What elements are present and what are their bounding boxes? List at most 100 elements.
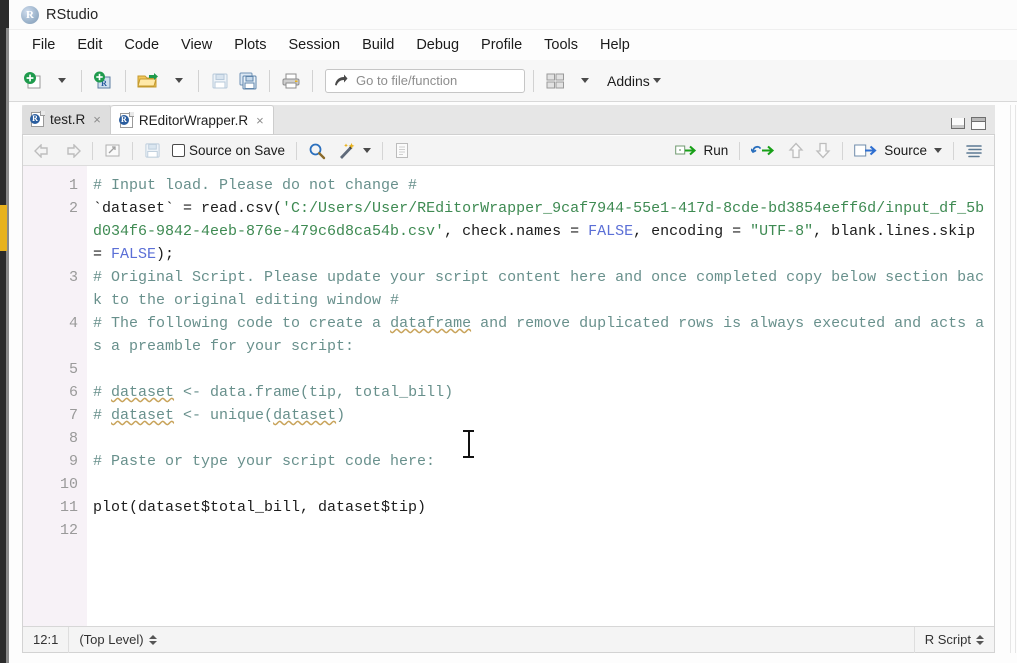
code-line[interactable] xyxy=(93,519,988,542)
menu-bar: File Edit Code View Plots Session Build Debug Pr… xyxy=(9,30,1017,60)
new-file-button[interactable] xyxy=(19,66,45,96)
code-token: FALSE xyxy=(588,223,634,240)
code-token: ) xyxy=(336,407,346,424)
chevron-down-icon xyxy=(363,148,372,153)
code-content[interactable]: # Input load. Please do not change # `dat… xyxy=(87,166,994,626)
save-all-button[interactable] xyxy=(235,66,261,96)
line-number: 1 xyxy=(68,177,78,194)
code-token: dataset xyxy=(111,407,175,424)
code-editor[interactable]: 1 2 3 4 5 6 7 8 9 10 11 12 # Input load. Please do … xyxy=(23,166,994,626)
code-token: dataframe xyxy=(390,315,472,332)
save-button[interactable] xyxy=(207,66,233,96)
up-arrow-icon xyxy=(788,142,804,159)
code-line[interactable] xyxy=(93,427,988,450)
code-token: # Input load. Please do not change # xyxy=(93,177,418,194)
code-token: `dataset` xyxy=(93,200,175,217)
new-project-button[interactable]: R xyxy=(90,66,117,96)
up-down-stepper-icon[interactable] xyxy=(976,634,984,645)
left-scroll-marker[interactable] xyxy=(0,205,7,251)
code-line[interactable]: # Original Script. Please update your sc… xyxy=(93,266,988,312)
menu-item-code[interactable]: Code xyxy=(113,35,170,55)
source-on-save-checkbox[interactable]: Source on Save xyxy=(167,139,290,163)
window-left-border xyxy=(6,28,9,663)
find-replace-button[interactable] xyxy=(303,139,331,163)
close-icon[interactable]: × xyxy=(256,113,264,128)
code-line[interactable]: # Paste or type your script code here: xyxy=(93,450,988,473)
code-token: # The following code to create a xyxy=(93,315,391,332)
editor-toolbar-divider xyxy=(92,141,93,160)
menu-item-edit[interactable]: Edit xyxy=(66,35,113,55)
addins-button[interactable]: Addins xyxy=(598,66,664,96)
code-token: = read.csv( xyxy=(174,200,283,217)
file-type-label: R Script xyxy=(924,632,971,647)
source-button[interactable]: Source xyxy=(849,139,947,163)
code-line[interactable]: # dataset <- unique(dataset) xyxy=(93,404,988,427)
title-bar: R RStudio xyxy=(9,0,1017,30)
code-line[interactable] xyxy=(93,473,988,496)
file-type-selector[interactable]: R Script xyxy=(915,627,994,653)
cursor-position: 12:1 xyxy=(23,627,68,653)
toolbar-divider xyxy=(269,69,270,92)
back-arrow-icon xyxy=(34,143,48,158)
open-folder-dropdown[interactable] xyxy=(164,66,190,96)
code-token: <- data.frame(tip, total_bill) xyxy=(174,384,454,401)
chevron-down-icon xyxy=(580,78,589,83)
toolbar-divider xyxy=(125,69,126,92)
line-number-gutter: 1 2 3 4 5 6 7 8 9 10 11 12 xyxy=(23,166,87,626)
pane-controls xyxy=(951,117,995,134)
close-icon[interactable]: × xyxy=(93,112,101,127)
source-tab-reditorwrapper-r[interactable]: R REditorWrapper.R × xyxy=(110,105,274,134)
workspace-panes-dropdown[interactable] xyxy=(570,66,596,96)
forward-button[interactable] xyxy=(58,139,86,163)
compile-report-button[interactable] xyxy=(389,139,415,163)
show-in-new-window-button[interactable] xyxy=(99,139,126,163)
workspace-panes-button[interactable] xyxy=(542,66,568,96)
maximize-pane-icon[interactable] xyxy=(971,117,986,130)
source-on-save-checkbox-box[interactable] xyxy=(172,144,185,157)
menu-item-plots[interactable]: Plots xyxy=(223,35,277,55)
document-outline-button[interactable] xyxy=(960,139,988,163)
menu-item-view[interactable]: View xyxy=(170,35,223,55)
source-icon xyxy=(854,144,877,157)
code-line[interactable]: plot(dataset$total_bill, dataset$tip) xyxy=(93,496,988,519)
open-folder-button[interactable] xyxy=(134,66,162,96)
new-file-dropdown[interactable] xyxy=(47,66,73,96)
editor-toolbar-divider xyxy=(296,141,298,160)
code-line[interactable]: `dataset` = read.csv('C:/Users/User/REdi… xyxy=(93,197,988,266)
right-panel-edge-outer xyxy=(1015,105,1016,653)
toolbar-divider xyxy=(533,69,534,92)
goto-arrow-icon xyxy=(335,74,348,86)
print-button[interactable] xyxy=(278,66,304,96)
minimize-pane-icon[interactable] xyxy=(951,118,965,129)
next-chunk-button[interactable] xyxy=(810,139,836,163)
chevron-down-icon xyxy=(652,78,661,83)
menu-item-tools[interactable]: Tools xyxy=(533,35,589,55)
menu-item-file[interactable]: File xyxy=(21,35,66,55)
menu-item-build[interactable]: Build xyxy=(351,35,405,55)
line-number: 4 xyxy=(68,315,78,332)
run-button[interactable]: Run xyxy=(670,139,733,163)
code-tools-button[interactable] xyxy=(332,139,376,163)
editor-toolbar: Source on Save Run Source xyxy=(23,136,994,166)
source-tab-test-r[interactable]: Rtest.R × xyxy=(22,105,111,134)
code-line[interactable]: # Input load. Please do not change # xyxy=(93,174,988,197)
magic-wand-icon xyxy=(340,142,355,159)
addins-label: Addins xyxy=(607,72,650,89)
menu-item-debug[interactable]: Debug xyxy=(405,35,470,55)
editor-status-bar: 12:1 (Top Level) R Script xyxy=(23,626,994,653)
goto-file-function-box[interactable]: Go to file/function xyxy=(325,68,525,93)
rerun-button[interactable] xyxy=(746,139,782,163)
menu-item-session[interactable]: Session xyxy=(277,35,351,55)
back-button[interactable] xyxy=(29,139,57,163)
code-line[interactable]: # The following code to create a datafra… xyxy=(93,312,988,358)
code-line[interactable]: # dataset <- data.frame(tip, total_bill) xyxy=(93,381,988,404)
code-line[interactable] xyxy=(93,358,988,381)
save-document-button[interactable] xyxy=(139,139,166,163)
scope-selector[interactable]: (Top Level) xyxy=(69,627,166,653)
goto-file-function-input[interactable]: Go to file/function xyxy=(356,73,457,88)
menu-item-profile[interactable]: Profile xyxy=(470,35,533,55)
previous-chunk-button[interactable] xyxy=(783,139,809,163)
menu-item-help[interactable]: Help xyxy=(589,35,641,55)
code-token: FALSE xyxy=(111,246,157,263)
up-down-stepper-icon[interactable] xyxy=(148,634,157,645)
